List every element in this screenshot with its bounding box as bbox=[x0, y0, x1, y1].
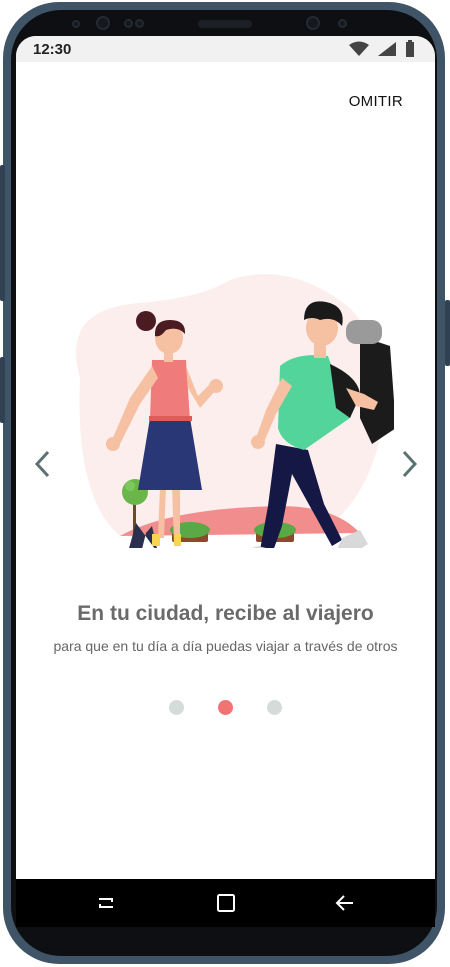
skip-button[interactable]: OMITIR bbox=[349, 93, 403, 110]
next-arrow-icon[interactable] bbox=[398, 449, 420, 479]
sensor-icon bbox=[124, 19, 133, 28]
onboarding-title: En tu ciudad, recibe al viajero bbox=[77, 602, 374, 625]
proximity-sensor-icon bbox=[72, 20, 80, 28]
sensor-icon bbox=[135, 19, 144, 28]
status-bar: 12:30 bbox=[16, 36, 435, 62]
sensor-icon bbox=[338, 19, 347, 28]
page-indicator bbox=[16, 700, 435, 715]
recents-icon[interactable] bbox=[94, 891, 118, 915]
navigation-bar bbox=[16, 879, 435, 927]
camera-icon bbox=[306, 16, 320, 30]
signal-icon bbox=[378, 41, 396, 56]
volume-button bbox=[0, 165, 5, 301]
back-icon[interactable] bbox=[333, 891, 357, 915]
page-dot[interactable] bbox=[169, 700, 184, 715]
page-dot[interactable] bbox=[267, 700, 282, 715]
battery-icon bbox=[406, 40, 414, 57]
onboarding-subtitle: para que en tu día a día puedas viajar a… bbox=[53, 638, 398, 654]
power-button-right bbox=[445, 300, 450, 366]
power-button-left bbox=[0, 357, 5, 423]
page-dot-active[interactable] bbox=[218, 700, 233, 715]
screen: 12:30 OMITIR En tu ciudad, recibe al via… bbox=[16, 36, 435, 881]
status-icons bbox=[349, 40, 415, 57]
front-camera-icon bbox=[96, 16, 110, 30]
couple-walking-illustration bbox=[76, 274, 394, 548]
home-icon[interactable] bbox=[214, 891, 238, 915]
wifi-icon bbox=[349, 41, 369, 56]
status-time: 12:30 bbox=[33, 41, 72, 58]
earpiece-speaker bbox=[198, 20, 252, 28]
previous-arrow-icon[interactable] bbox=[32, 449, 54, 479]
